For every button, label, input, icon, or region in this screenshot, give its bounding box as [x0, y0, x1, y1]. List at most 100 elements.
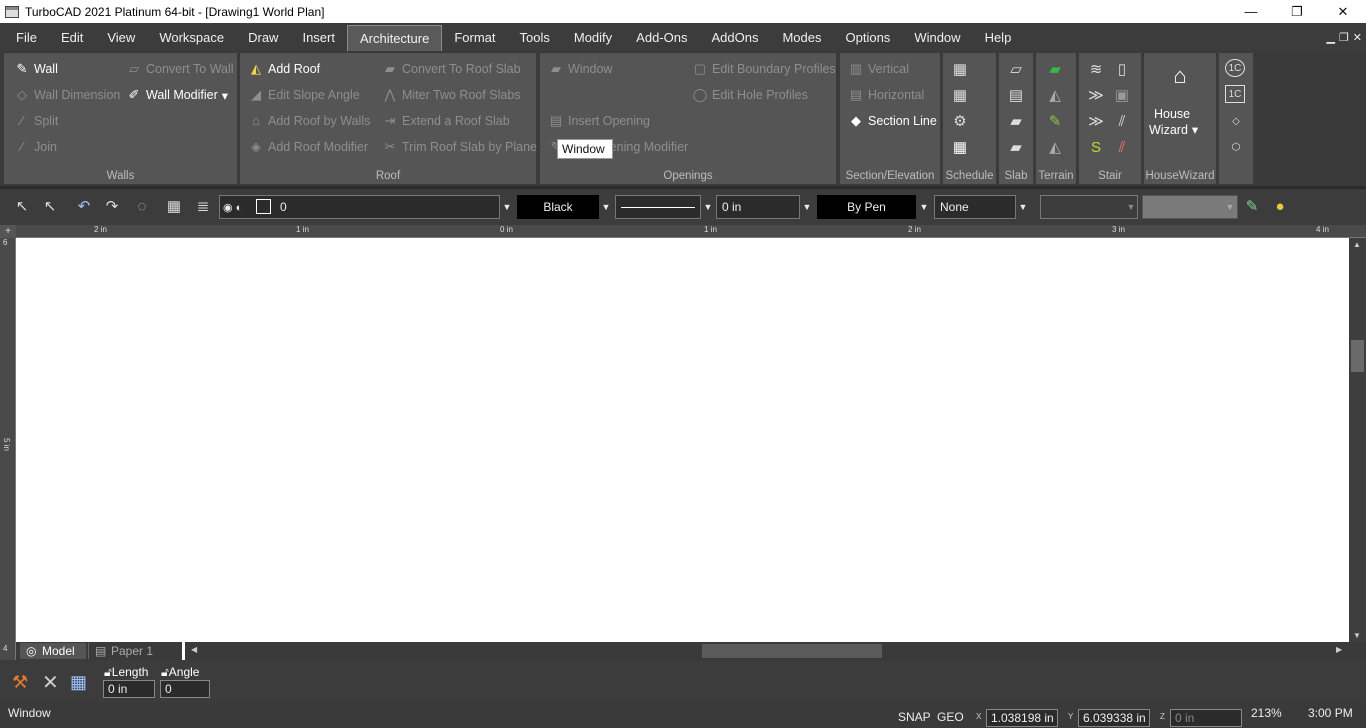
- color-combo[interactable]: Black: [517, 195, 599, 219]
- stair-l-icon[interactable]: ≫: [1085, 85, 1107, 105]
- linestyle-combo[interactable]: [615, 195, 701, 219]
- tab-model[interactable]: ◎ Model: [20, 643, 86, 659]
- menu-insert[interactable]: Insert: [290, 23, 347, 51]
- stair-straight-icon[interactable]: ▯: [1111, 59, 1133, 79]
- menu-add-ons[interactable]: Add-Ons: [624, 23, 699, 51]
- house-wizard-button[interactable]: House: [1154, 107, 1190, 121]
- menu-architecture[interactable]: Architecture: [346, 25, 443, 51]
- slab-modify-icon[interactable]: ▰: [1005, 111, 1027, 131]
- scroll-right-icon[interactable]: ▶: [1336, 645, 1342, 654]
- trim-roof-slab-by-plane-button[interactable]: ✂ Trim Roof Slab by Plane: [382, 139, 537, 155]
- geo-toggle[interactable]: GEO: [937, 710, 964, 724]
- slab-add-icon[interactable]: ▱: [1005, 59, 1027, 79]
- menu-window[interactable]: Window: [902, 23, 972, 51]
- stair-u-icon[interactable]: ▣: [1111, 85, 1133, 105]
- add-roof-by-walls-button[interactable]: ⌂ Add Roof by Walls: [248, 113, 370, 129]
- menu-format[interactable]: Format: [442, 23, 507, 51]
- house-wizard-dropdown[interactable]: Wizard ▾: [1149, 122, 1198, 138]
- stair-winder-icon[interactable]: ≫: [1085, 111, 1107, 131]
- linestyle-dropdown-icon[interactable]: ▼: [701, 195, 715, 219]
- z-coordinate-field[interactable]: 0 in: [1170, 709, 1242, 727]
- miter-two-roof-slabs-button[interactable]: ⋀ Miter Two Roof Slabs: [382, 87, 521, 103]
- menu-options[interactable]: Options: [834, 23, 903, 51]
- y-coordinate-field[interactable]: 6.039338 in: [1078, 709, 1150, 727]
- scroll-up-icon[interactable]: ▲: [1353, 240, 1361, 249]
- convert-to-wall-button[interactable]: ▱ Convert To Wall: [126, 61, 234, 77]
- edit-slope-angle-button[interactable]: ◢ Edit Slope Angle: [248, 87, 360, 103]
- ic-square-icon[interactable]: 1C: [1225, 85, 1245, 103]
- convert-to-roof-slab-button[interactable]: ▰ Convert To Roof Slab: [382, 61, 521, 77]
- brush-icon[interactable]: ✎: [1242, 197, 1262, 217]
- menu-view[interactable]: View: [95, 23, 147, 51]
- material-dropdown-icon[interactable]: ▼: [1223, 195, 1237, 219]
- angle-field[interactable]: 0: [160, 680, 210, 698]
- select-arrow-icon[interactable]: ↖: [12, 197, 32, 217]
- fill-dropdown-icon[interactable]: ▼: [1016, 195, 1030, 219]
- render-icon[interactable]: ●: [1270, 197, 1290, 217]
- menu-addons[interactable]: AddOns: [699, 23, 770, 51]
- menu-workspace[interactable]: Workspace: [147, 23, 236, 51]
- scroll-left-icon[interactable]: ◀: [191, 645, 197, 654]
- add-roof-button[interactable]: ◭ Add Roof: [248, 61, 320, 77]
- menu-modes[interactable]: Modes: [770, 23, 833, 51]
- edit-boundary-profiles-button[interactable]: ▢ Edit Boundary Profiles: [692, 61, 836, 77]
- fill-combo[interactable]: None: [934, 195, 1016, 219]
- layers-icon[interactable]: ≣: [193, 197, 213, 217]
- menu-modify[interactable]: Modify: [562, 23, 624, 51]
- ruler-corner[interactable]: +: [0, 225, 16, 238]
- railing-icon[interactable]: ⫽: [1111, 111, 1133, 131]
- mdi-minimize-icon[interactable]: ▁: [1326, 31, 1334, 44]
- slab-shape-icon[interactable]: ▰: [1005, 137, 1027, 157]
- add-roof-modifier-button[interactable]: ◈ Add Roof Modifier: [248, 139, 368, 155]
- menu-help[interactable]: Help: [973, 23, 1024, 51]
- wall-dimension-button[interactable]: ◇ Wall Dimension: [14, 87, 120, 103]
- pen-dropdown-icon[interactable]: ▼: [917, 195, 931, 219]
- vertical-scrollbar[interactable]: ▲ ▼: [1349, 238, 1366, 642]
- schedule-edit-icon[interactable]: ⚙: [949, 111, 971, 131]
- select-edit-icon[interactable]: ↖: [40, 197, 60, 217]
- wall-modifier-button[interactable]: ✐ Wall Modifier ▾: [126, 87, 229, 103]
- ic-hexagon-icon[interactable]: ⬡: [1225, 137, 1247, 157]
- horizontal-button[interactable]: ▤ Horizontal: [848, 87, 924, 103]
- wall-button[interactable]: ✎ Wall: [14, 61, 58, 77]
- layer-dropdown-icon[interactable]: ▼: [500, 195, 514, 219]
- railing-red-icon[interactable]: ⫽: [1111, 137, 1133, 157]
- redo-icon[interactable]: ↷: [102, 197, 122, 217]
- line-width-field[interactable]: 0 in: [716, 195, 800, 219]
- split-button[interactable]: ⁄ Split: [14, 113, 58, 129]
- terrain-add-icon[interactable]: ▰: [1044, 59, 1066, 79]
- menu-edit[interactable]: Edit: [49, 23, 95, 51]
- restore-button[interactable]: ❐: [1274, 0, 1320, 23]
- pattern-dropdown-icon[interactable]: ▼: [1124, 195, 1138, 219]
- x-coordinate-field[interactable]: 1.038198 in: [986, 709, 1058, 727]
- mdi-close-icon[interactable]: ✕: [1353, 31, 1362, 44]
- menu-tools[interactable]: Tools: [508, 23, 562, 51]
- cancel-icon[interactable]: ✕: [42, 670, 59, 695]
- ic-diamond-icon[interactable]: ◇: [1225, 111, 1247, 131]
- edit-hole-profiles-button[interactable]: ◯ Edit Hole Profiles: [692, 87, 808, 103]
- finish-icon[interactable]: ⚒: [12, 672, 28, 693]
- menu-file[interactable]: File: [0, 23, 49, 51]
- section-line-button[interactable]: ◆ Section Line: [848, 113, 937, 129]
- horizontal-scroll-thumb[interactable]: [702, 644, 882, 658]
- vertical-button[interactable]: ▥ Vertical: [848, 61, 909, 77]
- extend-a-roof-slab-button[interactable]: ⇥ Extend a Roof Slab: [382, 113, 510, 129]
- undo-icon[interactable]: ↶: [74, 197, 94, 217]
- scroll-down-icon[interactable]: ▼: [1353, 631, 1361, 640]
- minimize-button[interactable]: —: [1228, 0, 1274, 23]
- window-button[interactable]: ▰ Window: [548, 61, 612, 77]
- tab-splitter[interactable]: [182, 642, 185, 660]
- menu-draw[interactable]: Draw: [236, 23, 290, 51]
- snap-toggle[interactable]: SNAP: [898, 710, 931, 724]
- terrain-edit-icon[interactable]: ✎: [1044, 111, 1066, 131]
- terrain-hill-icon[interactable]: ◭: [1044, 137, 1066, 157]
- close-button[interactable]: ✕: [1320, 0, 1366, 23]
- color-dropdown-icon[interactable]: ▼: [599, 195, 613, 219]
- drawing-canvas[interactable]: [16, 238, 1349, 642]
- pen-combo[interactable]: By Pen: [817, 195, 916, 219]
- length-field[interactable]: 0 in: [103, 680, 155, 698]
- terrain-pad-icon[interactable]: ◭: [1044, 85, 1066, 105]
- insert-opening-button[interactable]: ▤ Insert Opening: [548, 113, 650, 129]
- width-dropdown-icon[interactable]: ▼: [800, 195, 814, 219]
- properties-icon[interactable]: ▦: [164, 197, 184, 217]
